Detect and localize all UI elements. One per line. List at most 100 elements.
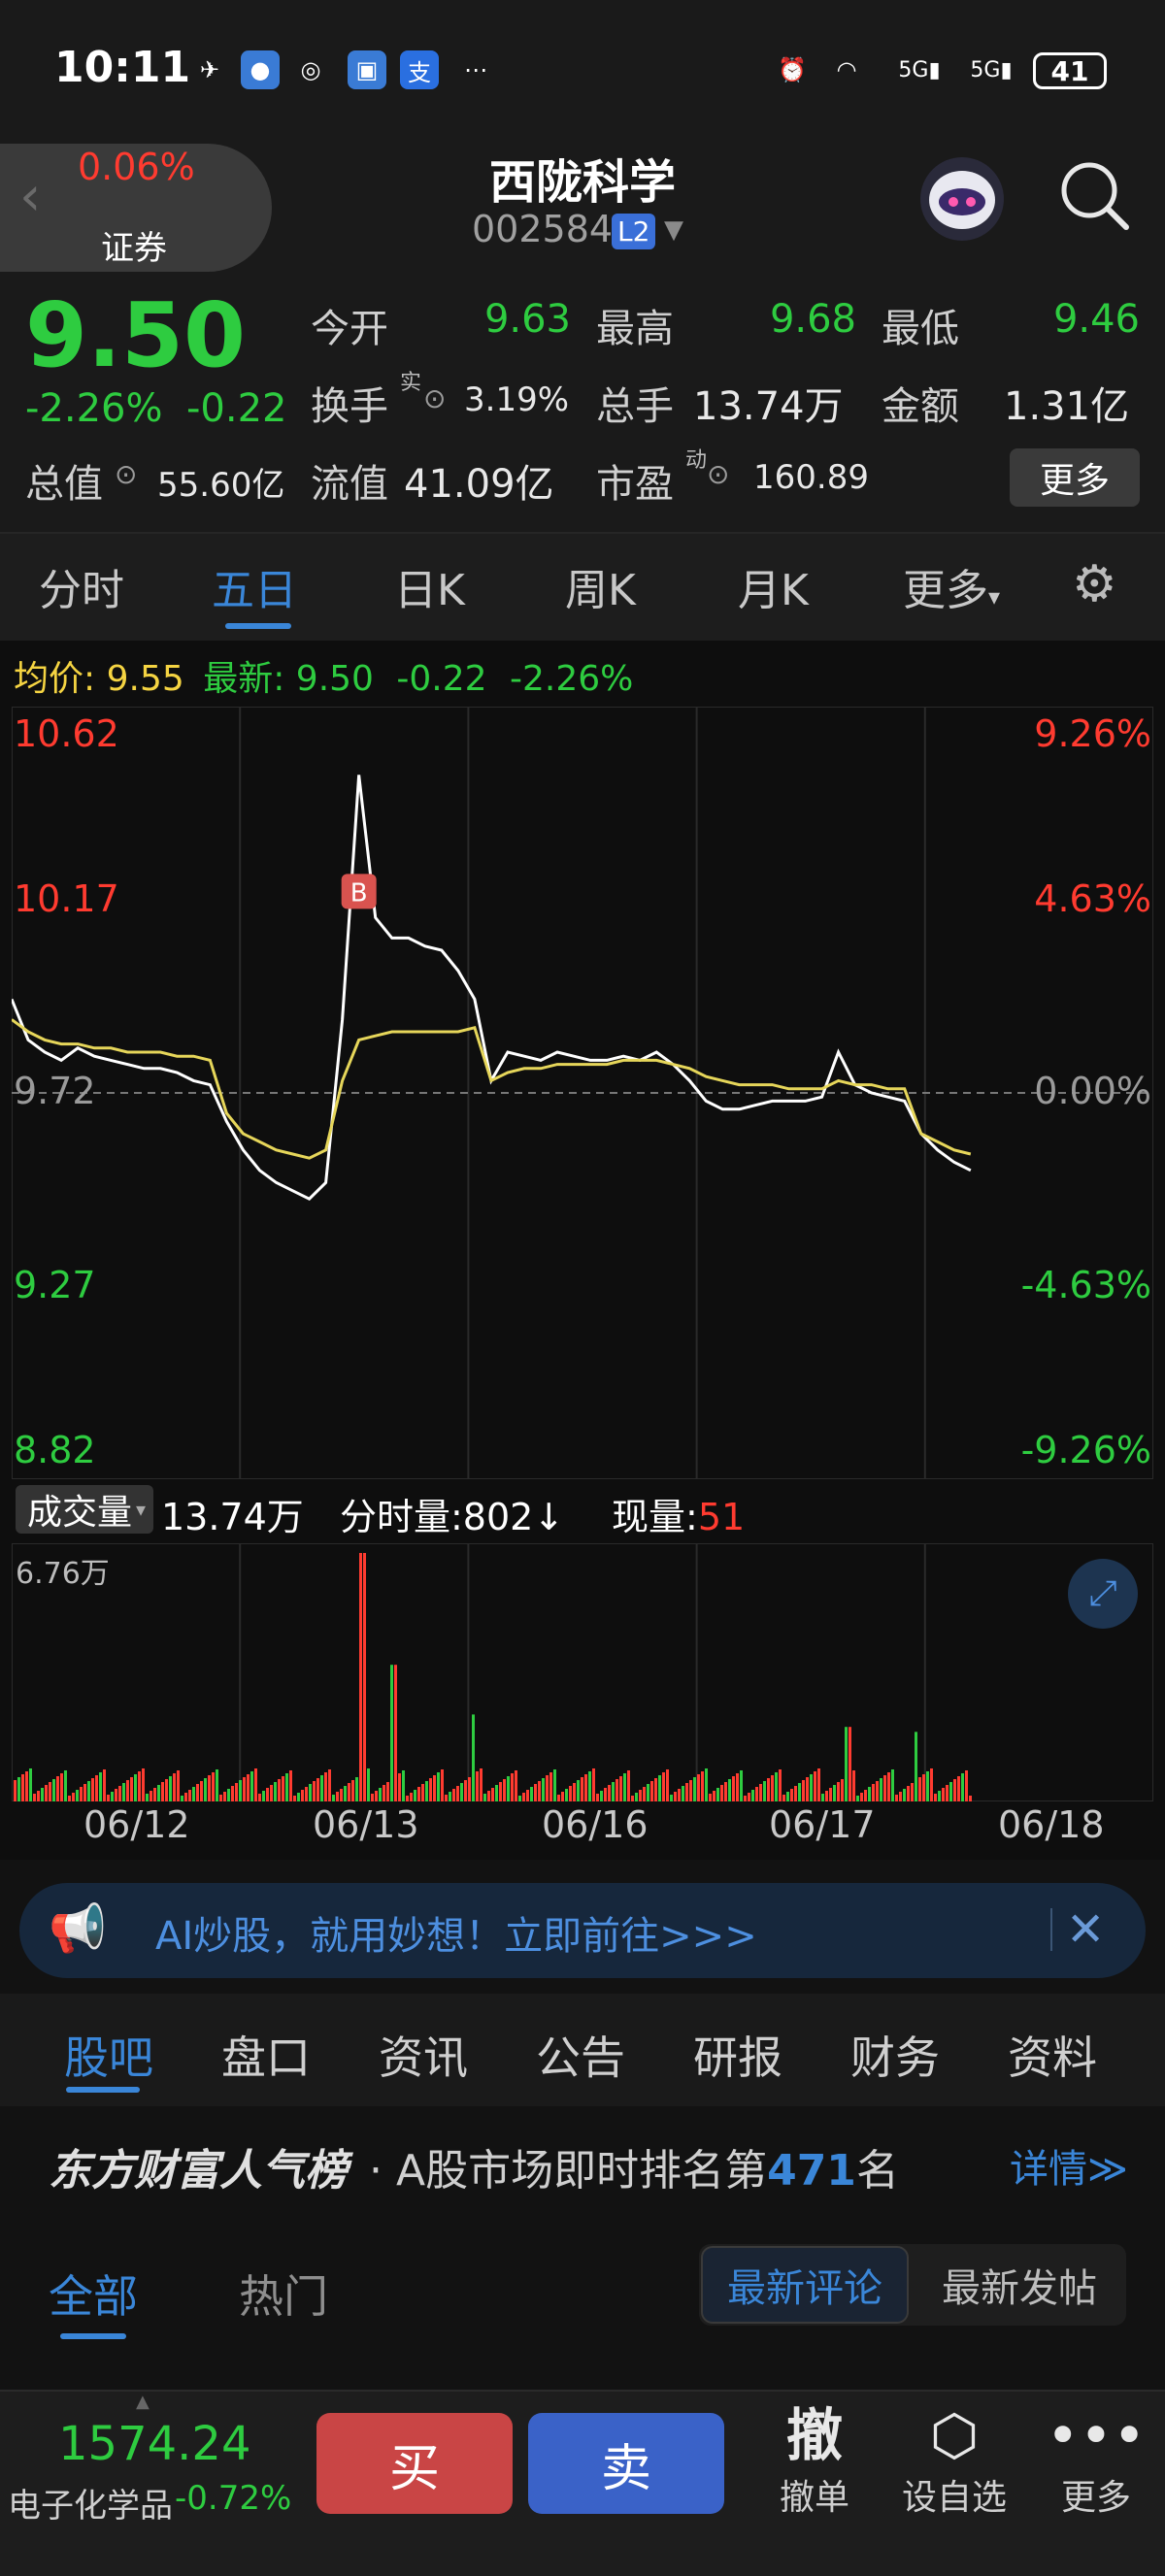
info-tab-underline bbox=[66, 2087, 140, 2093]
volume-bar bbox=[915, 1732, 917, 1801]
search-icon[interactable] bbox=[1056, 157, 1134, 239]
volume-bar bbox=[534, 1784, 537, 1801]
volume-bar bbox=[297, 1793, 300, 1801]
chevron-down-icon[interactable]: ▼ bbox=[664, 215, 683, 245]
volume-bar bbox=[713, 1791, 716, 1801]
tab-announcements[interactable]: 公告 bbox=[536, 2023, 625, 2087]
price-chart[interactable]: B bbox=[12, 707, 1153, 1479]
app-icon: ▣ bbox=[348, 50, 386, 89]
buy-button[interactable]: 买 bbox=[316, 2413, 513, 2514]
more-dots-icon: ••• bbox=[1046, 2402, 1147, 2468]
volume-bar bbox=[814, 1771, 816, 1801]
add-watchlist-button[interactable]: ⬡ 设自选 bbox=[893, 2401, 1015, 2520]
tab-profile[interactable]: 资料 bbox=[1008, 2023, 1097, 2087]
volume-bar bbox=[142, 1768, 145, 1801]
volume-bar bbox=[371, 1794, 374, 1801]
pe-sup: 动 bbox=[685, 448, 708, 473]
tab-intraday[interactable]: 分时 bbox=[39, 555, 124, 617]
volume-bar bbox=[662, 1772, 665, 1801]
volume-bar bbox=[810, 1774, 813, 1801]
y-tick-right: 9.26% bbox=[1034, 712, 1151, 755]
volume-bar bbox=[309, 1784, 312, 1801]
tab-five-day[interactable]: 五日 bbox=[212, 555, 297, 617]
index-name[interactable]: 电子化学品 bbox=[8, 2479, 173, 2526]
tab-guba[interactable]: 股吧 bbox=[64, 2023, 153, 2087]
volume-bar bbox=[254, 1768, 257, 1801]
ad-divider bbox=[1050, 1908, 1052, 1951]
tab-more-label: 更多 bbox=[903, 566, 988, 615]
volume-bar bbox=[410, 1793, 413, 1801]
volume-bar bbox=[658, 1775, 661, 1801]
volume-bar bbox=[643, 1787, 646, 1801]
volume-bar bbox=[425, 1781, 428, 1801]
volume-bar bbox=[173, 1773, 176, 1801]
volume-bar bbox=[569, 1786, 572, 1801]
rank-detail-link[interactable]: 详情≫ bbox=[1010, 2137, 1128, 2194]
latest-pct: -2.26% bbox=[510, 659, 634, 699]
volume-bar bbox=[779, 1769, 782, 1801]
info-icon[interactable]: ⊙ bbox=[115, 458, 137, 490]
sort-latest-comments[interactable]: 最新评论 bbox=[701, 2246, 909, 2324]
sort-latest-posts[interactable]: 最新发帖 bbox=[913, 2246, 1126, 2324]
volume-bar bbox=[336, 1792, 339, 1801]
tab-news[interactable]: 资讯 bbox=[379, 2023, 468, 2087]
volume-chart[interactable] bbox=[12, 1543, 1153, 1801]
volume-bar bbox=[134, 1774, 137, 1801]
volume-bar bbox=[868, 1787, 871, 1801]
volume-bar bbox=[612, 1782, 615, 1801]
sell-button[interactable]: 卖 bbox=[528, 2413, 724, 2514]
volume-bar bbox=[860, 1793, 863, 1801]
volume-bar bbox=[887, 1772, 890, 1801]
volume-bar bbox=[115, 1789, 117, 1801]
series-line-price bbox=[12, 775, 972, 1202]
volume-bar bbox=[899, 1792, 902, 1801]
volume-bar bbox=[518, 1796, 521, 1801]
volume-bar bbox=[192, 1787, 195, 1801]
ad-text[interactable]: AI炒股，就用妙想！立即前往>>> bbox=[155, 1904, 757, 1961]
tab-monthly-k[interactable]: 月K bbox=[738, 555, 809, 617]
tab-research[interactable]: 研报 bbox=[693, 2023, 782, 2087]
tab-finance[interactable]: 财务 bbox=[850, 2023, 940, 2087]
volume-bar bbox=[301, 1790, 304, 1801]
info-icon[interactable]: ⊙ bbox=[423, 382, 446, 414]
volume-bar bbox=[720, 1785, 723, 1801]
close-icon[interactable]: ✕ bbox=[1066, 1902, 1105, 1957]
volume-bar bbox=[111, 1792, 114, 1801]
tab-more[interactable]: 更多▾ bbox=[903, 555, 1000, 617]
volume-bar bbox=[926, 1771, 929, 1801]
volume-bar bbox=[833, 1785, 836, 1801]
cancel-order-button[interactable]: 撤 撤单 bbox=[761, 2401, 868, 2520]
l2-badge[interactable]: L2 bbox=[612, 214, 656, 249]
tab-daily-k[interactable]: 日K bbox=[394, 555, 465, 617]
info-icon[interactable]: ⊙ bbox=[707, 458, 729, 490]
avg-line-info: 均价: 9.55 最新: 9.50 -0.22 -2.26% bbox=[14, 650, 633, 701]
expand-icon[interactable]: ⤢ bbox=[1068, 1559, 1138, 1629]
filter-hot[interactable]: 热门 bbox=[239, 2262, 328, 2326]
volume-bar bbox=[685, 1783, 688, 1801]
volume-bar bbox=[616, 1779, 618, 1801]
volume-selector[interactable]: 成交量 ▾ bbox=[16, 1485, 153, 1534]
gear-icon[interactable]: ⚙ bbox=[1072, 555, 1117, 613]
volume-bar bbox=[355, 1777, 358, 1801]
volume-label: 总手 bbox=[596, 384, 674, 429]
volume-bar bbox=[52, 1779, 55, 1801]
more-button[interactable]: 更多 bbox=[1010, 448, 1140, 507]
volume-per-min: 分时量:802↓ bbox=[340, 1496, 565, 1538]
volume-bar bbox=[359, 1553, 362, 1801]
tab-pankou[interactable]: 盘口 bbox=[221, 2023, 311, 2087]
volume-bar bbox=[45, 1785, 48, 1801]
volume-bar bbox=[608, 1785, 611, 1801]
volume-label: 成交量 bbox=[27, 1493, 133, 1533]
tab-weekly-k[interactable]: 周K bbox=[565, 555, 636, 617]
more-menu-button[interactable]: ••• 更多 bbox=[1043, 2401, 1149, 2520]
index-value[interactable]: 1574.24 bbox=[58, 2417, 251, 2471]
volume-bar bbox=[177, 1770, 180, 1801]
x-date-label: 06/12 bbox=[83, 1803, 190, 1846]
volume-bar bbox=[122, 1783, 125, 1801]
robot-avatar[interactable] bbox=[920, 157, 1004, 241]
volume-bar bbox=[631, 1796, 634, 1801]
volume-bar bbox=[383, 1785, 385, 1801]
volume-bar bbox=[41, 1788, 44, 1801]
volume-bar bbox=[755, 1787, 758, 1801]
filter-all[interactable]: 全部 bbox=[49, 2262, 138, 2326]
